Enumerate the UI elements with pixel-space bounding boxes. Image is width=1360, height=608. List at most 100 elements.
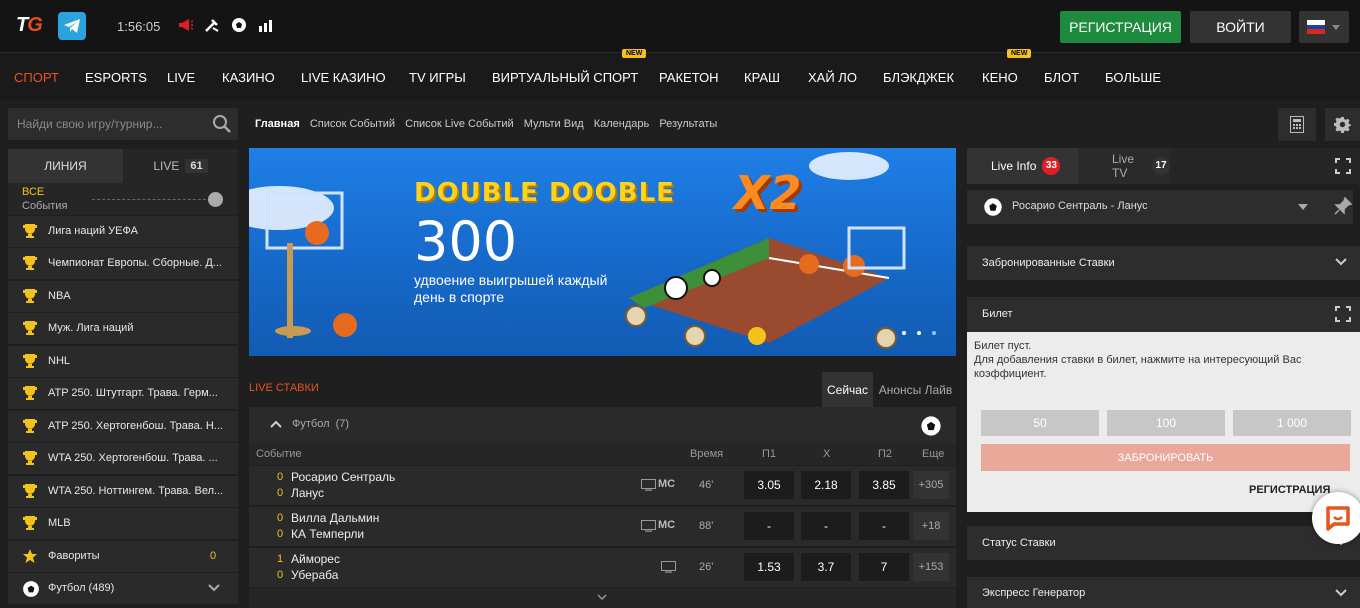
search-icon[interactable]: [212, 114, 232, 134]
nav-item-sport[interactable]: СПОРТ: [14, 70, 59, 85]
nav-item-tv-games[interactable]: TV ИГРЫ: [409, 70, 466, 85]
odd-p1[interactable]: 1.53: [744, 553, 794, 581]
nav-item-hi-lo[interactable]: ХАЙ ЛО: [808, 70, 857, 85]
reserved-bets-panel[interactable]: Забронированные Ставки: [967, 246, 1360, 280]
chevron-down-icon: [1335, 589, 1347, 597]
nav-item-casino[interactable]: КАЗИНО: [222, 70, 275, 85]
match-center-label[interactable]: MC: [658, 519, 675, 531]
chevron-down-icon[interactable]: [597, 594, 607, 601]
show-more-bar[interactable]: [249, 588, 956, 608]
time-filter: ВСЕ События: [8, 183, 238, 215]
breadcrumb-live-events[interactable]: Список Live Событий: [405, 118, 514, 130]
express-generator-panel[interactable]: Экспресс Генератор: [967, 577, 1360, 608]
soccer-ball-icon[interactable]: [231, 17, 249, 35]
sidebar-item[interactable]: MLB: [8, 508, 238, 539]
table-row[interactable]: 0 Вилла Дальмин 0 КА Темперли MC 88' - -…: [249, 506, 956, 546]
amount-1000-button[interactable]: 1 000: [1233, 410, 1351, 436]
nav-item-live-casino[interactable]: LIVE КАЗИНО: [301, 70, 386, 85]
more-odds-button[interactable]: +305: [913, 471, 949, 499]
odd-x[interactable]: 2.18: [801, 471, 851, 499]
tab-now[interactable]: Сейчас: [822, 372, 873, 407]
nav-item-blot[interactable]: БЛОТ: [1044, 70, 1079, 85]
telegram-icon[interactable]: [58, 12, 86, 40]
more-odds-button[interactable]: +18: [913, 512, 949, 540]
table-row[interactable]: 0 Росарио Сентраль 0 Ланус MC 46' 3.05 2…: [249, 465, 956, 505]
odd-p2[interactable]: 3.85: [859, 471, 909, 499]
amount-50-button[interactable]: 50: [981, 410, 1099, 436]
breadcrumb-calendar[interactable]: Календарь: [594, 118, 650, 130]
chevron-up-icon[interactable]: [270, 420, 282, 428]
tools-icon[interactable]: [204, 17, 222, 35]
nav-item-keno[interactable]: КЕНО: [982, 70, 1018, 85]
odd-p1[interactable]: 3.05: [744, 471, 794, 499]
sidebar-item[interactable]: WTA 250. Хертогенбош. Трава. ...: [8, 443, 238, 474]
tv-icon[interactable]: [661, 561, 676, 573]
support-chat-button[interactable]: [1312, 492, 1360, 544]
nav-item-live[interactable]: LIVE: [167, 70, 195, 85]
table-row[interactable]: 1 Айморес 0 Убераба 26' 1.53 3.7 7 +153: [249, 547, 956, 587]
megaphone-icon[interactable]: [178, 17, 196, 35]
odd-x[interactable]: -: [801, 512, 851, 540]
odd-p2[interactable]: -: [859, 512, 909, 540]
breadcrumb-results[interactable]: Результаты: [659, 118, 717, 130]
odd-x[interactable]: 3.7: [801, 553, 851, 581]
odd-p2[interactable]: 7: [859, 553, 909, 581]
sidebar-item[interactable]: Лига наций УЕФА: [8, 216, 238, 247]
register-button[interactable]: РЕГИСТРАЦИЯ: [1060, 11, 1181, 43]
breadcrumb-home[interactable]: Главная: [255, 118, 300, 130]
more-odds-button[interactable]: +153: [913, 553, 949, 581]
sidebar-item-favorites[interactable]: Фавориты 0: [8, 541, 238, 572]
tab-live-info[interactable]: Live Info 33: [967, 148, 1078, 184]
settings-button[interactable]: [1325, 108, 1360, 141]
search-input[interactable]: [8, 108, 208, 140]
nav-item-blackjack[interactable]: БЛЭКДЖЕК: [883, 70, 954, 85]
tab-live-announcements[interactable]: Анонсы Лайв: [875, 372, 956, 407]
expand-icon[interactable]: [1335, 158, 1351, 174]
sidebar-item[interactable]: ATP 250. Хертогенбош. Трава. Н...: [8, 411, 238, 442]
nav-item-raketon[interactable]: РАКЕТОН: [659, 70, 719, 85]
amount-100-button[interactable]: 100: [1107, 410, 1225, 436]
tv-icon[interactable]: [641, 520, 656, 532]
nav-item-esports[interactable]: ESPORTS: [85, 70, 147, 85]
tab-line[interactable]: ЛИНИЯ: [8, 149, 123, 183]
sidebar-item[interactable]: Чемпионат Европы. Сборные. Д...: [8, 248, 238, 279]
breadcrumb-events[interactable]: Список Событий: [310, 118, 395, 130]
soccer-ball-icon: [921, 416, 941, 436]
sidebar-item[interactable]: NBA: [8, 281, 238, 312]
sidebar-item[interactable]: ATP 250. Штутгарт. Трава. Герм...: [8, 378, 238, 409]
promo-banner[interactable]: DOUBLE DOOBLE 300 удвоение выигрышей каж…: [249, 148, 956, 356]
tab-live-tv[interactable]: Live TV 17: [1078, 148, 1170, 184]
nav-item-crash[interactable]: КРАШ: [744, 70, 780, 85]
match-select[interactable]: Росарио Сентраль - Ланус: [967, 190, 1353, 224]
nav-item-virtual-sport[interactable]: ВИРТУАЛЬНЫЙ СПОРТ: [492, 70, 638, 85]
sidebar-item-label: NHL: [48, 355, 71, 367]
time-slider-track[interactable]: [92, 199, 216, 200]
site-logo[interactable]: TG: [16, 14, 43, 37]
pin-icon[interactable]: [1334, 197, 1352, 215]
sidebar-item-football[interactable]: Футбол (489): [8, 573, 238, 604]
tv-icon[interactable]: [641, 479, 656, 491]
trophy-icon: [23, 289, 37, 303]
main-nav: СПОРТ ESPORTS LIVE КАЗИНО LIVE КАЗИНО TV…: [0, 52, 1360, 100]
stats-icon[interactable]: [258, 17, 276, 35]
bet-status-panel[interactable]: Статус Ставки: [967, 526, 1360, 560]
match-center-label[interactable]: MC: [658, 478, 675, 490]
book-bet-button[interactable]: ЗАБРОНИРОВАТЬ: [981, 444, 1350, 471]
odd-p1[interactable]: -: [744, 512, 794, 540]
calculator-button[interactable]: [1278, 108, 1316, 141]
login-button[interactable]: ВОЙТИ: [1190, 11, 1291, 43]
sport-group-header[interactable]: Футбол (7): [249, 407, 956, 443]
breadcrumb-multiview[interactable]: Мульти Вид: [524, 118, 584, 130]
sidebar-item[interactable]: NHL: [8, 346, 238, 377]
time-slider-handle[interactable]: [208, 192, 223, 207]
ticket-title: Билет: [982, 308, 1013, 320]
language-selector[interactable]: [1299, 11, 1349, 43]
sidebar-item[interactable]: Муж. Лига наций: [8, 313, 238, 344]
expand-icon[interactable]: [1335, 306, 1351, 322]
sidebar-item[interactable]: WTA 250. Ноттингем. Трава. Вел...: [8, 476, 238, 507]
chevron-down-icon[interactable]: [208, 584, 220, 592]
ticket-register-link[interactable]: РЕГИСТРАЦИЯ: [1249, 484, 1330, 496]
sidebar-item-label: ATP 250. Штутгарт. Трава. Герм...: [48, 387, 218, 399]
nav-item-more[interactable]: БОЛЬШЕ: [1105, 70, 1161, 85]
tab-live[interactable]: LIVE 61: [123, 149, 238, 183]
